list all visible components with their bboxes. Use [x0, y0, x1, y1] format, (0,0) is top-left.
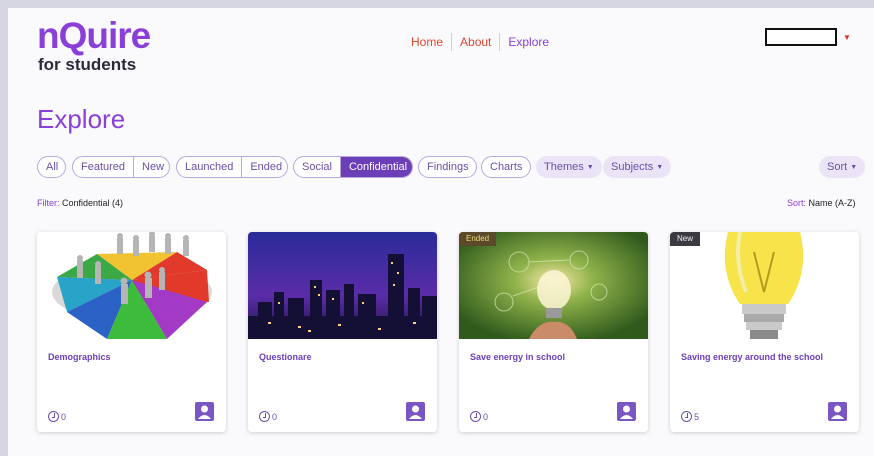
- status-badge: New: [670, 232, 701, 246]
- chevron-down-icon: ▼: [586, 164, 594, 171]
- clock-icon: [259, 411, 270, 422]
- card-thumbnail: [37, 232, 226, 339]
- filter-new[interactable]: New: [133, 157, 169, 177]
- filter-ended[interactable]: Ended: [241, 157, 287, 177]
- filter-group-charts: Charts: [481, 156, 531, 178]
- card-title[interactable]: Demographics: [48, 352, 111, 362]
- card-title[interactable]: Saving energy around the school: [681, 352, 823, 362]
- card-thumbnail: [670, 232, 859, 339]
- nav-about[interactable]: About: [452, 33, 499, 51]
- card-contributions: 5: [681, 411, 699, 422]
- filter-group-all: All: [37, 156, 66, 178]
- filter-group-status: Launched Ended: [176, 156, 288, 178]
- sort-status-value: Name (A-Z): [808, 198, 856, 208]
- filter-launched[interactable]: Launched: [177, 157, 241, 177]
- themes-label: Themes: [544, 161, 584, 173]
- filter-all[interactable]: All: [38, 157, 65, 177]
- filter-group-featured: Featured New: [72, 156, 170, 178]
- filter-group-visibility: Social Confidential: [293, 156, 413, 178]
- card-title[interactable]: Questionare: [259, 352, 312, 362]
- person-icon[interactable]: [828, 402, 847, 421]
- page-title: Explore: [37, 104, 126, 134]
- filter-featured[interactable]: Featured: [73, 157, 133, 177]
- contribution-count: 0: [272, 411, 278, 422]
- page: nQuire for students Home About Explore ▼…: [8, 8, 874, 456]
- sort-dropdown[interactable]: Sort ▼: [819, 156, 866, 178]
- filter-charts[interactable]: Charts: [482, 157, 530, 177]
- top-nav: Home About Explore: [403, 33, 557, 51]
- sort-status: Sort: Name (A-Z): [787, 198, 856, 208]
- card-title[interactable]: Save energy in school: [470, 352, 565, 362]
- status-badge: Ended: [459, 232, 497, 246]
- person-icon[interactable]: [195, 402, 214, 421]
- mission-card[interactable]: Questionare 0: [248, 232, 437, 432]
- filter-findings[interactable]: Findings: [419, 157, 476, 177]
- chevron-down-icon[interactable]: ▼: [843, 33, 851, 42]
- clock-icon: [681, 411, 692, 422]
- filter-group-findings: Findings: [418, 156, 477, 178]
- nav-home[interactable]: Home: [403, 33, 451, 51]
- contribution-count: 0: [61, 411, 67, 422]
- logo-sub: for students: [38, 55, 137, 74]
- card-thumbnail: [248, 232, 437, 339]
- card-contributions: 0: [259, 411, 277, 422]
- sort-status-label: Sort:: [787, 198, 807, 208]
- chevron-down-icon: ▼: [850, 164, 858, 171]
- chevron-down-icon: ▼: [656, 164, 664, 171]
- themes-dropdown[interactable]: Themes ▼: [536, 156, 602, 178]
- filter-social[interactable]: Social: [294, 157, 340, 177]
- subjects-dropdown[interactable]: Subjects ▼: [603, 156, 672, 178]
- card-contributions: 0: [48, 411, 66, 422]
- mission-card[interactable]: Demographics 0: [37, 232, 226, 432]
- filter-confidential[interactable]: Confidential: [339, 157, 412, 177]
- card-thumbnail: [459, 232, 648, 339]
- mission-card[interactable]: New Saving energy around the school 5: [670, 232, 859, 432]
- nav-explore[interactable]: Explore: [500, 33, 557, 51]
- sort-label: Sort: [827, 161, 848, 173]
- subjects-label: Subjects: [611, 161, 654, 173]
- clock-icon: [48, 411, 59, 422]
- person-icon[interactable]: [406, 402, 425, 421]
- user-menu[interactable]: [765, 28, 837, 46]
- contribution-count: 0: [483, 411, 489, 422]
- clock-icon: [470, 411, 481, 422]
- logo[interactable]: nQuire for students: [37, 15, 151, 74]
- filter-status-value: Confidential (4): [62, 198, 124, 208]
- mission-card[interactable]: Ended Save energy in school 0: [459, 232, 648, 432]
- contribution-count: 5: [694, 411, 700, 422]
- logo-main: nQuire: [37, 15, 151, 56]
- card-contributions: 0: [470, 411, 488, 422]
- filter-status: Filter: Confidential (4): [37, 198, 123, 208]
- person-icon[interactable]: [617, 402, 636, 421]
- filter-status-label: Filter:: [37, 198, 60, 208]
